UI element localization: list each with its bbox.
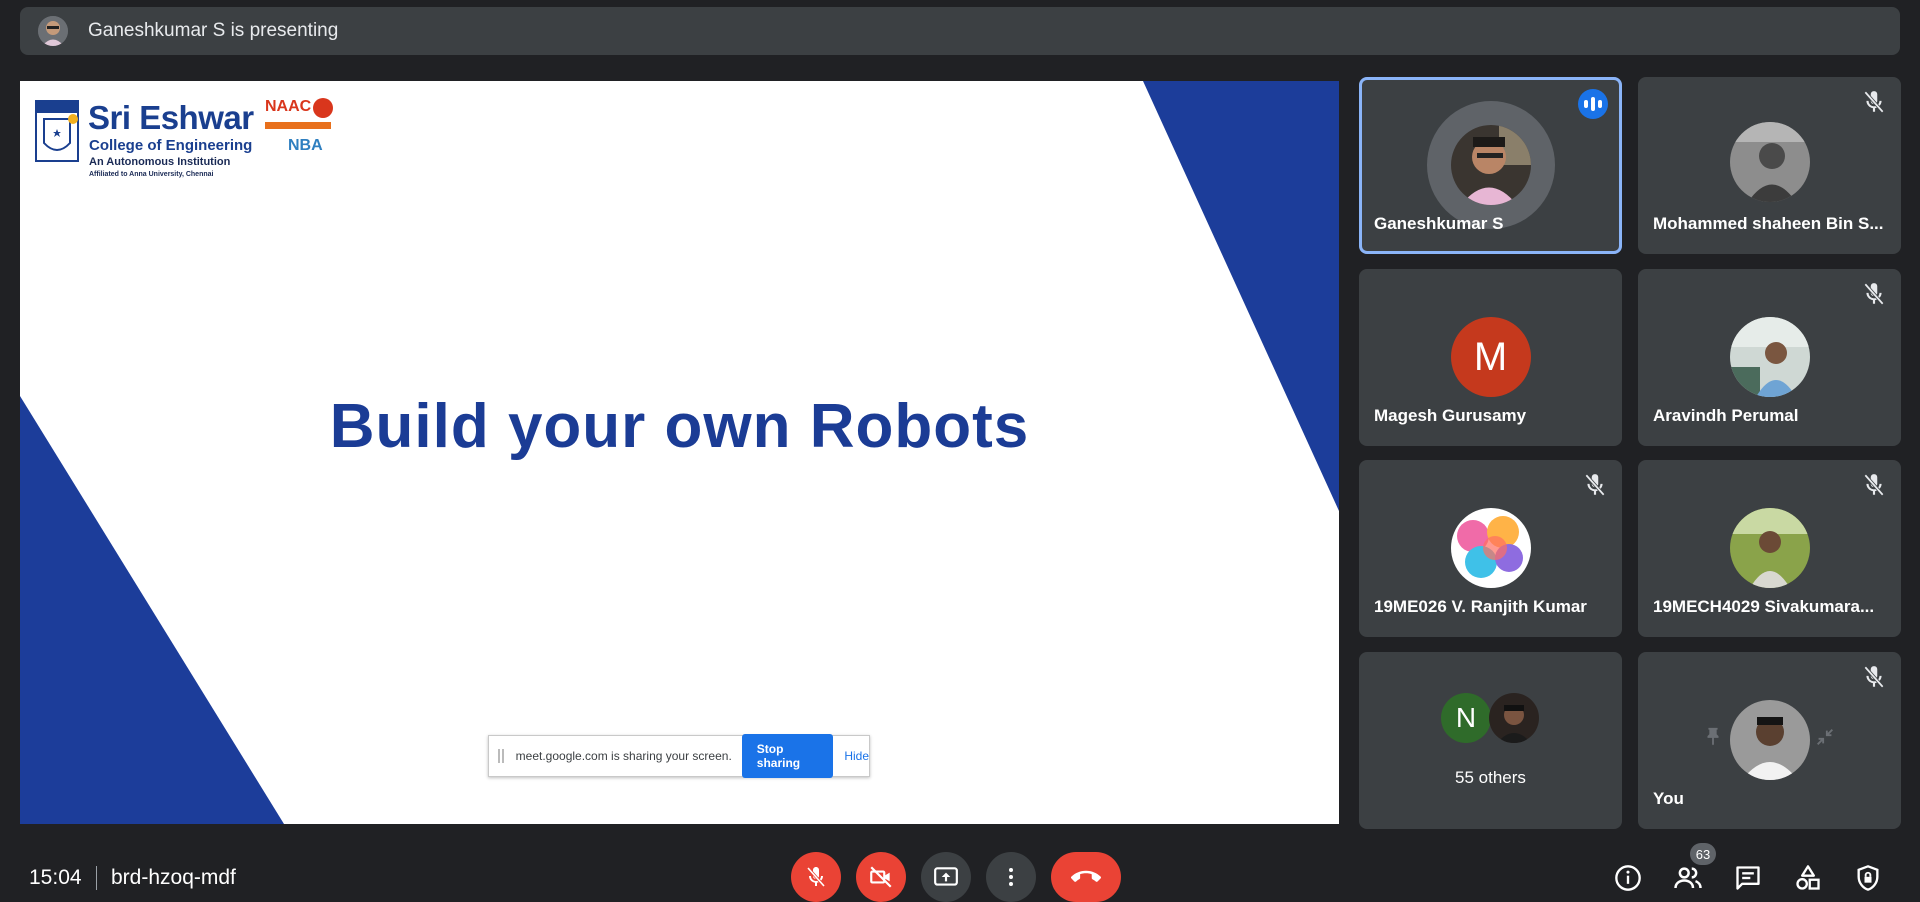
participant-name: 19ME026 V. Ranjith Kumar	[1374, 597, 1587, 616]
avatar	[1729, 317, 1810, 397]
toggle-mic-button[interactable]	[791, 852, 841, 902]
people-count-badge: 63	[1690, 843, 1716, 865]
participant-name: Aravindh Perumal	[1653, 406, 1799, 425]
participant-name: Magesh Gurusamy	[1374, 406, 1527, 425]
drag-handle-icon[interactable]	[498, 749, 504, 763]
self-tile[interactable]: You	[1638, 652, 1901, 829]
mic-off-icon	[1585, 474, 1605, 496]
meeting-code: brd-hzoq-mdf	[111, 866, 236, 889]
stop-sharing-button[interactable]: Stop sharing	[741, 734, 834, 778]
nba-logo: NBA	[288, 137, 323, 154]
naac-stamp-icon	[313, 98, 333, 118]
divider	[96, 866, 97, 890]
slide-title: Build your own Robots	[329, 392, 1030, 461]
info-icon	[1615, 865, 1641, 891]
clock: 15:04	[29, 866, 82, 889]
toggle-camera-button[interactable]	[856, 852, 906, 902]
hang-up-icon	[1071, 870, 1101, 882]
participant-name: 19MECH4029 Sivakumara...	[1653, 597, 1875, 616]
mic-off-icon	[1864, 666, 1884, 688]
host-controls-button[interactable]	[1852, 862, 1884, 894]
others-tile[interactable]: N 55 others	[1359, 652, 1622, 829]
chat-icon	[1736, 866, 1760, 890]
participant-name: Ganeshkumar S	[1374, 214, 1504, 233]
avatar: M	[1450, 317, 1531, 397]
mic-off-icon	[1864, 91, 1884, 113]
activities-icon	[1796, 865, 1820, 890]
avatar	[1729, 508, 1810, 588]
naac-ribbon	[265, 122, 331, 129]
avatar	[1729, 700, 1810, 780]
present-screen-icon	[934, 867, 958, 886]
logo-tagline: An Autonomous Institution	[89, 156, 231, 168]
participant-name: You	[1653, 789, 1684, 808]
participant-tile[interactable]: Mohammed shaheen Bin S...	[1638, 77, 1901, 254]
others-letter-avatar: N	[1441, 693, 1491, 743]
others-photo-avatar	[1489, 693, 1539, 743]
mic-off-icon	[806, 867, 826, 887]
presenting-label: Ganeshkumar S is presenting	[88, 20, 339, 41]
people-button[interactable]	[1672, 862, 1704, 894]
hide-button[interactable]: Hide	[844, 749, 869, 763]
pin-icon[interactable]	[1702, 726, 1724, 748]
people-icon	[1674, 867, 1702, 889]
participant-tile[interactable]: Aravindh Perumal	[1638, 269, 1901, 446]
participant-tile[interactable]: 19ME026 V. Ranjith Kumar	[1359, 460, 1622, 637]
minimize-icon[interactable]	[1814, 726, 1836, 748]
avatar	[1729, 122, 1810, 202]
shield-lock-icon	[1857, 865, 1879, 891]
present-now-button[interactable]	[921, 852, 971, 902]
logo-subtitle: College of Engineering	[89, 137, 253, 154]
logo-name: Sri Eshwar	[88, 99, 254, 136]
activities-button[interactable]	[1792, 862, 1824, 894]
more-vert-icon	[1009, 868, 1013, 886]
participant-tile[interactable]: 19MECH4029 Sivakumara...	[1638, 460, 1901, 637]
college-crest-icon	[35, 100, 79, 162]
participant-name: Mohammed shaheen Bin S...	[1653, 214, 1884, 233]
chat-button[interactable]	[1732, 862, 1764, 894]
participant-tile[interactable]: M Magesh Gurusamy	[1359, 269, 1622, 446]
speaking-indicator-icon	[1578, 89, 1608, 119]
meeting-details-button[interactable]	[1612, 862, 1644, 894]
others-count: 55 others	[1455, 768, 1526, 787]
participant-tile[interactable]: Ganeshkumar S	[1359, 77, 1622, 254]
naac-text: NAAC	[265, 98, 312, 115]
presenting-bar: Ganeshkumar S is presenting	[20, 7, 1900, 55]
mic-off-icon	[1864, 474, 1884, 496]
presentation-stage: Sri Eshwar College of Engineering An Aut…	[20, 81, 1339, 824]
avatar	[1450, 508, 1531, 588]
mic-off-icon	[1864, 283, 1884, 305]
leave-call-button[interactable]	[1051, 852, 1121, 902]
camera-off-icon	[870, 866, 892, 888]
naac-logo: NAAC	[265, 98, 333, 129]
avatar	[1450, 125, 1531, 205]
screen-share-bar: meet.google.com is sharing your screen. …	[488, 734, 870, 778]
share-message: meet.google.com is sharing your screen.	[515, 749, 732, 763]
logo-affiliation: Affiliated to Anna University, Chennai	[89, 171, 214, 178]
presenter-avatar	[38, 16, 68, 46]
more-options-button[interactable]	[986, 852, 1036, 902]
